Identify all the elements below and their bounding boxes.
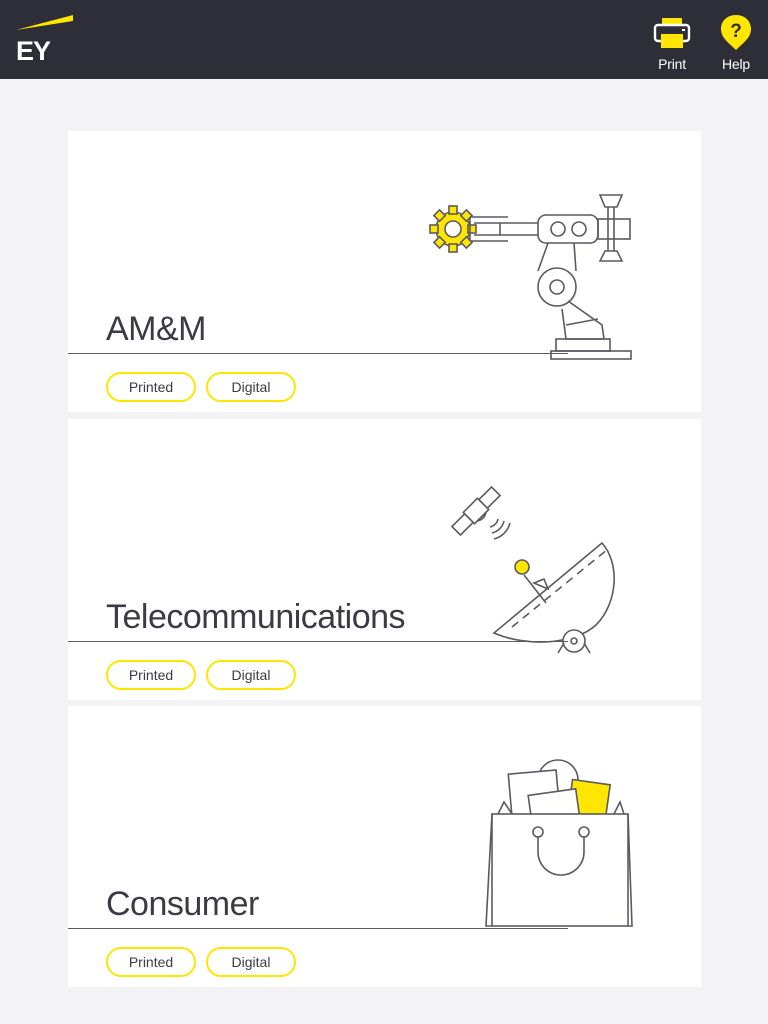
logo-text: EY [16,36,51,66]
printer-icon [653,18,691,48]
digital-button[interactable]: Digital [206,660,296,690]
print-button[interactable]: Print [644,14,700,74]
card-divider [68,928,568,929]
robot-arm-icon [429,194,632,360]
printed-button[interactable]: Printed [106,372,196,402]
sector-card-amm[interactable]: AM&M Printed Digital [68,131,701,412]
card-title: AM&M [106,310,207,348]
card-divider [68,641,568,642]
digital-button[interactable]: Digital [206,372,296,402]
card-divider [68,353,568,354]
top-bar: EY Print ? Help [0,0,768,79]
card-title: Telecommunications [106,598,406,636]
help-label: Help [722,56,750,72]
shopping-bag-icon [485,759,633,927]
printed-button[interactable]: Printed [106,947,196,977]
digital-button[interactable]: Digital [206,947,296,977]
printed-button[interactable]: Printed [106,660,196,690]
help-button[interactable]: ? Help [708,14,764,74]
sector-card-consumer[interactable]: Consumer Printed Digital [68,706,701,987]
card-title: Consumer [106,885,259,923]
svg-text:?: ? [730,21,742,42]
sector-card-telecommunications[interactable]: Telecommunications Printed Digital [68,419,701,700]
print-label: Print [658,56,686,72]
help-icon: ? [721,15,751,50]
ey-logo[interactable]: EY [16,14,76,66]
satellite-dish-icon [450,485,615,654]
